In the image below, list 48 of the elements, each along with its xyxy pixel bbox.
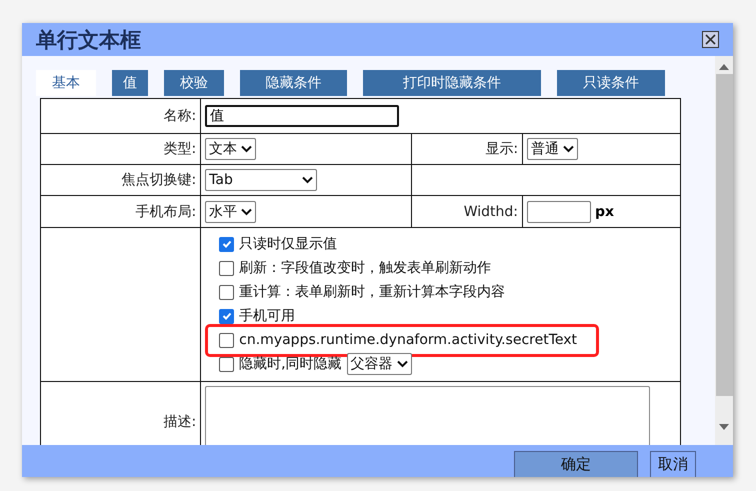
checkbox[interactable]	[219, 308, 234, 324]
check-icon	[222, 311, 232, 321]
dropdown[interactable]: 普通	[527, 138, 578, 160]
tab[interactable]: 校验	[164, 70, 224, 96]
unit-label: px	[595, 204, 614, 220]
check-icon	[222, 239, 232, 249]
caret-icon	[241, 208, 252, 216]
dropdown[interactable]: 文本	[205, 138, 256, 160]
checkbox[interactable]	[219, 356, 234, 372]
checkbox-label: cn.myapps.runtime.dynaform.activity.secretText	[239, 332, 578, 348]
caret-icon	[563, 145, 574, 153]
checkbox[interactable]	[219, 332, 234, 348]
field-label: 名称:	[40, 98, 201, 134]
checkbox-label: 重计算：表单刷新时，重新计算本字段内容	[239, 283, 506, 301]
width-input-field[interactable]	[527, 200, 592, 222]
checkbox[interactable]	[219, 260, 234, 276]
field-label: 类型:	[40, 134, 201, 164]
checkbox-label: 刷新：字段值改变时，触发表单刷新动作	[239, 259, 492, 277]
caret-icon	[302, 176, 314, 184]
window-title: 单行文本框	[36, 26, 141, 54]
scroll-down-icon[interactable]	[719, 424, 729, 430]
tab[interactable]: 只读条件	[557, 70, 665, 96]
close-icon	[705, 34, 716, 45]
checkbox-label: 手机可用	[239, 307, 296, 325]
caret-icon	[396, 360, 408, 368]
field-label: 显示:	[412, 134, 523, 164]
tab[interactable]: 值	[112, 70, 148, 96]
dropdown[interactable]: Tab	[205, 169, 318, 191]
checkbox-label: 隐藏时,同时隐藏	[239, 355, 342, 373]
tab[interactable]: 基本	[36, 70, 96, 96]
field-label: 手机布局:	[40, 196, 201, 228]
dropdown[interactable]: 水平	[205, 200, 256, 222]
tab[interactable]: 打印时隐藏条件	[363, 70, 541, 96]
cancel-button[interactable]: 取消	[650, 451, 696, 477]
tab[interactable]: 隐藏条件	[240, 70, 347, 96]
checkbox[interactable]	[219, 284, 234, 300]
close-button[interactable]	[702, 31, 719, 48]
checkbox[interactable]	[219, 236, 234, 252]
dropdown[interactable]: 父容器	[346, 353, 412, 375]
description-text-area[interactable]	[205, 386, 650, 445]
field-label: Widthd:	[412, 196, 523, 228]
scroll-up-icon[interactable]	[719, 64, 729, 70]
checkbox-label: 只读时仅显示值	[239, 235, 338, 253]
name-input-field[interactable]: 值	[205, 105, 400, 127]
caret-icon	[241, 145, 252, 153]
field-label: 焦点切换键:	[40, 164, 201, 196]
scrollbar[interactable]	[715, 56, 733, 445]
ok-button[interactable]: 确定	[514, 451, 638, 477]
